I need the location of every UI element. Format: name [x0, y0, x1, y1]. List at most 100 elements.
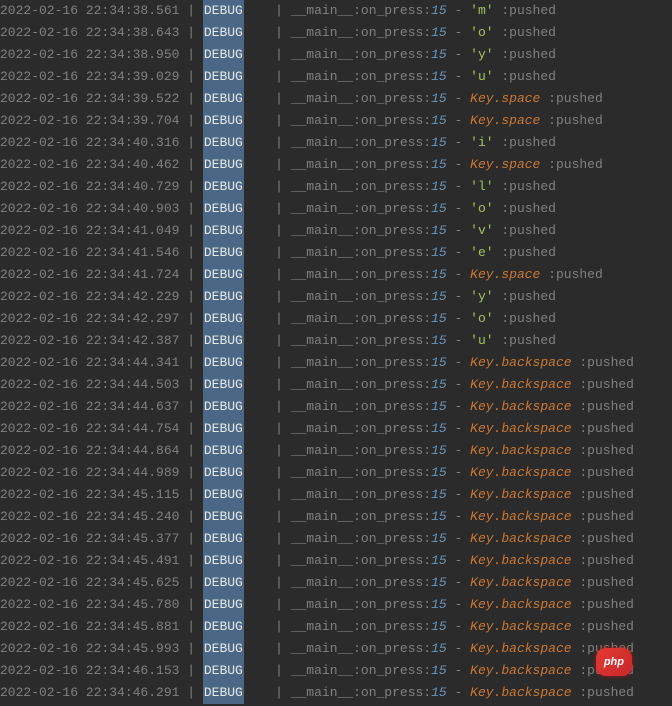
log-timestamp: 2022-02-16 22:34:45.780 [0, 594, 179, 616]
log-message: :pushed [572, 550, 634, 572]
log-dash: - [447, 638, 470, 660]
log-line: 2022-02-16 22:34:44.637 | DEBUG | __main… [0, 396, 672, 418]
log-level-pad [244, 418, 275, 440]
log-module: __main__:on_press: [291, 154, 431, 176]
log-level: DEBUG [203, 440, 244, 462]
php-watermark-badge: php [596, 648, 632, 676]
log-line: 2022-02-16 22:34:44.989 | DEBUG | __main… [0, 462, 672, 484]
log-lineno: 15 [431, 220, 447, 242]
log-level: DEBUG [203, 220, 244, 242]
log-lineno: 15 [431, 550, 447, 572]
log-key: Key.backspace [470, 396, 571, 418]
log-separator: | [179, 462, 202, 484]
log-timestamp: 2022-02-16 22:34:41.724 [0, 264, 179, 286]
log-level: DEBUG [203, 506, 244, 528]
log-timestamp: 2022-02-16 22:34:40.316 [0, 132, 179, 154]
log-module: __main__:on_press: [291, 440, 431, 462]
log-message: :pushed [494, 330, 556, 352]
log-message: :pushed [494, 242, 556, 264]
log-level-pad [244, 44, 275, 66]
log-level-pad [244, 198, 275, 220]
log-module: __main__:on_press: [291, 616, 431, 638]
log-message: :pushed [494, 308, 556, 330]
log-separator: | [179, 638, 202, 660]
log-line: 2022-02-16 22:34:44.341 | DEBUG | __main… [0, 352, 672, 374]
log-key: 'y' [470, 44, 493, 66]
log-level: DEBUG [203, 330, 244, 352]
log-timestamp: 2022-02-16 22:34:46.291 [0, 682, 179, 704]
log-level: DEBUG [203, 484, 244, 506]
log-timestamp: 2022-02-16 22:34:44.637 [0, 396, 179, 418]
log-timestamp: 2022-02-16 22:34:45.240 [0, 506, 179, 528]
log-message: :pushed [572, 572, 634, 594]
log-dash: - [447, 88, 470, 110]
log-module: __main__:on_press: [291, 484, 431, 506]
log-key: 'l' [470, 176, 493, 198]
log-level-pad [244, 440, 275, 462]
log-key: Key.space [470, 110, 540, 132]
log-level: DEBUG [203, 550, 244, 572]
log-separator: | [275, 352, 291, 374]
log-separator: | [275, 616, 291, 638]
log-message: :pushed [572, 594, 634, 616]
log-timestamp: 2022-02-16 22:34:41.049 [0, 220, 179, 242]
log-level: DEBUG [203, 264, 244, 286]
log-level-pad [244, 286, 275, 308]
log-lineno: 15 [431, 264, 447, 286]
log-module: __main__:on_press: [291, 418, 431, 440]
log-separator: | [275, 374, 291, 396]
log-level: DEBUG [203, 660, 244, 682]
log-message: :pushed [572, 506, 634, 528]
log-lineno: 15 [431, 352, 447, 374]
log-separator: | [179, 110, 202, 132]
log-separator: | [275, 572, 291, 594]
log-separator: | [275, 550, 291, 572]
log-module: __main__:on_press: [291, 176, 431, 198]
log-line: 2022-02-16 22:34:40.903 | DEBUG | __main… [0, 198, 672, 220]
log-message: :pushed [540, 264, 602, 286]
log-timestamp: 2022-02-16 22:34:45.993 [0, 638, 179, 660]
log-dash: - [447, 462, 470, 484]
log-timestamp: 2022-02-16 22:34:40.462 [0, 154, 179, 176]
log-separator: | [179, 418, 202, 440]
log-module: __main__:on_press: [291, 528, 431, 550]
log-separator: | [179, 330, 202, 352]
log-key: Key.backspace [470, 440, 571, 462]
log-dash: - [447, 110, 470, 132]
log-level: DEBUG [203, 396, 244, 418]
log-message: :pushed [494, 0, 556, 22]
log-separator: | [275, 264, 291, 286]
log-lineno: 15 [431, 88, 447, 110]
log-level-pad [244, 594, 275, 616]
log-key: 'm' [470, 0, 493, 22]
log-level-pad [244, 616, 275, 638]
log-dash: - [447, 418, 470, 440]
log-timestamp: 2022-02-16 22:34:39.704 [0, 110, 179, 132]
log-module: __main__:on_press: [291, 220, 431, 242]
log-lineno: 15 [431, 594, 447, 616]
log-message: :pushed [572, 440, 634, 462]
log-separator: | [275, 638, 291, 660]
log-lineno: 15 [431, 638, 447, 660]
log-message: :pushed [572, 396, 634, 418]
log-key: 'u' [470, 66, 493, 88]
log-timestamp: 2022-02-16 22:34:38.643 [0, 22, 179, 44]
log-module: __main__:on_press: [291, 286, 431, 308]
log-dash: - [447, 132, 470, 154]
log-dash: - [447, 352, 470, 374]
log-lineno: 15 [431, 154, 447, 176]
log-module: __main__:on_press: [291, 396, 431, 418]
log-lineno: 15 [431, 176, 447, 198]
log-dash: - [447, 506, 470, 528]
log-timestamp: 2022-02-16 22:34:42.229 [0, 286, 179, 308]
log-separator: | [275, 308, 291, 330]
log-level: DEBUG [203, 682, 244, 704]
log-separator: | [275, 418, 291, 440]
log-level-pad [244, 682, 275, 704]
log-module: __main__:on_press: [291, 660, 431, 682]
log-level: DEBUG [203, 88, 244, 110]
log-separator: | [179, 22, 202, 44]
log-timestamp: 2022-02-16 22:34:42.297 [0, 308, 179, 330]
log-key: Key.backspace [470, 638, 571, 660]
log-level: DEBUG [203, 66, 244, 88]
